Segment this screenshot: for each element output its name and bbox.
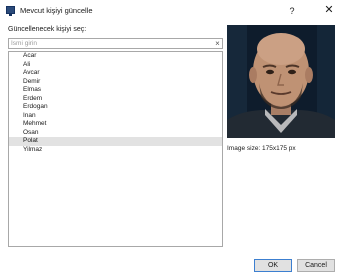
person-list-item[interactable]: Erdem: [9, 95, 222, 104]
person-list-item[interactable]: Acar: [9, 52, 222, 61]
close-button[interactable]: ✕: [322, 3, 336, 17]
ok-button[interactable]: OK: [254, 259, 292, 272]
person-list-item[interactable]: Demir: [9, 78, 222, 87]
select-person-label: Güncellenecek kişiyi seç:: [8, 26, 87, 33]
name-search-input[interactable]: [8, 38, 223, 49]
cancel-button[interactable]: Cancel: [297, 259, 335, 272]
person-list-item[interactable]: Ali: [9, 61, 222, 70]
app-window-icon: [6, 6, 15, 16]
person-photo: [227, 25, 335, 138]
image-size-label: Image size: 175x175 px: [227, 145, 296, 152]
clear-search-button[interactable]: ×: [213, 39, 222, 48]
person-list-item[interactable]: Mehmet: [9, 120, 222, 129]
title-bar: Mevcut kişiyi güncelle ? ✕: [0, 0, 341, 22]
help-button[interactable]: ?: [285, 4, 299, 18]
person-list-item[interactable]: Yilmaz: [9, 146, 222, 155]
window-title: Mevcut kişiyi güncelle: [20, 6, 93, 15]
person-list-item[interactable]: Erdogan: [9, 103, 222, 112]
person-list-item[interactable]: Polat: [9, 137, 222, 146]
person-list-item[interactable]: Avcar: [9, 69, 222, 78]
person-list-item[interactable]: Inan: [9, 112, 222, 121]
person-list[interactable]: Acar Ali Avcar Demir Elmas Erdem Erdogan Inan Me…: [8, 51, 223, 247]
person-list-item[interactable]: Osan: [9, 129, 222, 138]
person-list-item[interactable]: Elmas: [9, 86, 222, 95]
